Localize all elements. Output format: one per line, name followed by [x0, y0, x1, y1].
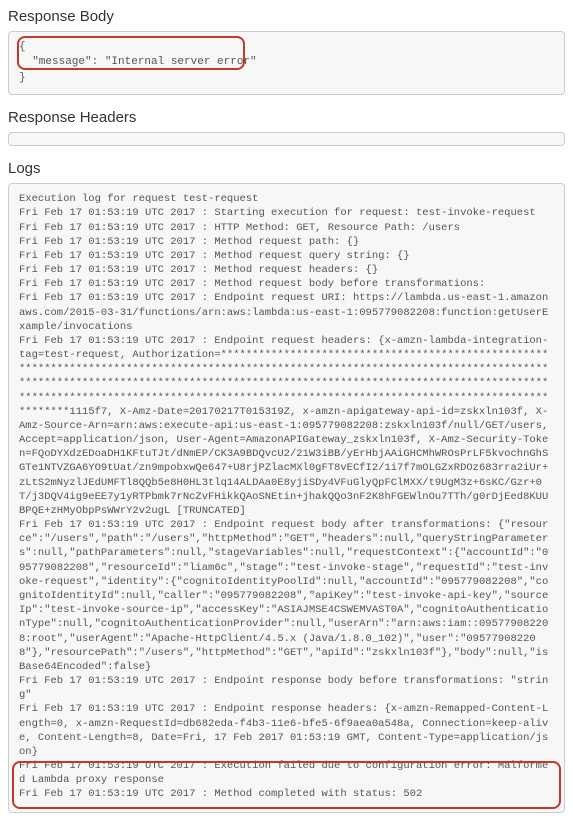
logs-content: Execution log for request test-request F…: [19, 192, 554, 801]
response-headers-panel: [8, 132, 565, 146]
response-headers-title: Response Headers: [8, 109, 565, 126]
logs-panel: Execution log for request test-request F…: [8, 183, 565, 812]
logs-title: Logs: [8, 160, 565, 177]
response-body-title: Response Body: [8, 8, 565, 25]
response-body-panel: { "message": "Internal server error" }: [8, 31, 565, 95]
response-body-content: { "message": "Internal server error" }: [19, 40, 554, 86]
